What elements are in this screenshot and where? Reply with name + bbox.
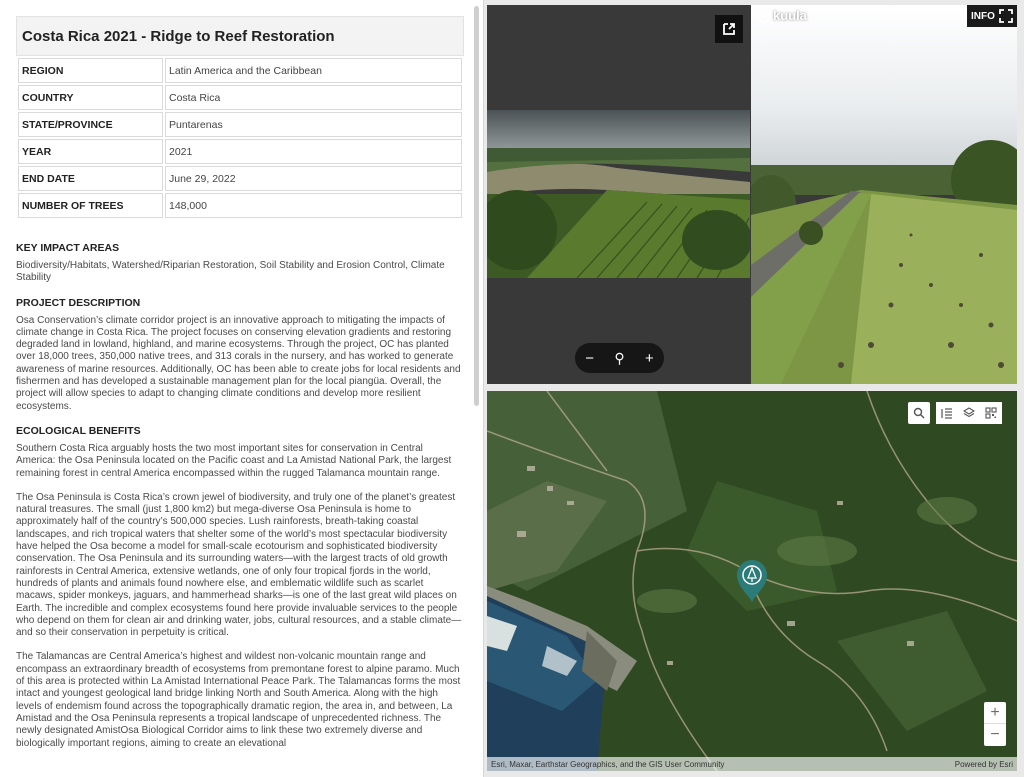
photo-viewer[interactable]: − ⚲ + kuula INFO [487,5,1017,384]
table-row: END DATE June 29, 2022 [18,166,462,191]
attribute-value: Latin America and the Caribbean [165,58,462,83]
legend-button[interactable] [936,402,958,424]
legend-list-icon [941,408,952,419]
attribute-label: STATE/PROVINCE [18,112,163,137]
project-description-heading: PROJECT DESCRIPTION [16,296,141,309]
ecological-benefits-heading: ECOLOGICAL BENEFITS [16,424,141,437]
kuula-logo: kuula [757,8,807,23]
key-impact-section: KEY IMPACT AREAS Biodiversity/Habitats, … [16,242,464,285]
attribute-value: 2021 [165,139,462,164]
project-attributes-table: REGION Latin America and the Caribbean C… [16,56,464,220]
powered-by-esri[interactable]: Powered by Esri [955,760,1013,769]
map-attribution[interactable]: Esri, Maxar, Earthstar Geographics, and … [491,760,724,769]
map-zoom-controls: + − [984,702,1006,746]
map-zoom-out-button[interactable]: − [984,724,1006,746]
map-search-button[interactable] [908,402,930,424]
map-search-wrapper [908,402,930,424]
project-info-content: Costa Rica 2021 - Ridge to Reef Restorat… [16,16,464,750]
project-description-section: PROJECT DESCRIPTION Osa Conservation’s c… [16,297,464,413]
info-button[interactable]: INFO [971,11,995,22]
kuula-logo-text: kuula [773,8,807,23]
map-zoom-in-button[interactable]: + [984,702,1006,724]
table-row: STATE/PROVINCE Puntarenas [18,112,462,137]
location-marker[interactable] [735,559,769,603]
open-external-button[interactable] [715,15,743,43]
layers-button[interactable] [958,402,980,424]
qr-code-button[interactable] [980,402,1002,424]
project-info-panel: Costa Rica 2021 - Ridge to Reef Restorat… [0,0,484,777]
attribute-label: COUNTRY [18,85,163,110]
viewer-zoom-out-button[interactable]: − [585,350,594,367]
attribute-value: 148,000 [165,193,462,218]
table-row: NUMBER OF TREES 148,000 [18,193,462,218]
layers-icon [963,407,975,418]
table-row: REGION Latin America and the Caribbean [18,58,462,83]
project-description-text: Osa Conservation’s climate corridor proj… [16,314,461,412]
map-attribution-bar: Esri, Maxar, Earthstar Geographics, and … [487,757,1017,771]
key-impact-heading: KEY IMPACT AREAS [16,242,120,254]
viewer-zoom-search-icon[interactable]: ⚲ [614,350,624,367]
open-external-icon [723,23,735,35]
attribute-label: NUMBER OF TREES [18,193,163,218]
attribute-value: Puntarenas [165,112,462,137]
qr-code-icon [985,407,997,419]
map-widget-group [936,402,1002,424]
key-impact-text: Biodiversity/Habitats, Watershed/Riparia… [16,260,445,284]
attribute-value: Costa Rica [165,85,462,110]
table-row: COUNTRY Costa Rica [18,85,462,110]
info-fullscreen-bar: INFO [967,5,1017,27]
panel-scrollbar[interactable] [474,6,479,406]
search-icon [913,407,925,419]
attribute-label: YEAR [18,139,163,164]
tree-location-pin-icon [737,560,767,602]
ecological-paragraph-1: Southern Costa Rica arguably hosts the t… [16,442,452,479]
river-aerial-photo [487,110,750,278]
satellite-map[interactable]: + − Esri, Maxar, Earthstar Geographics, … [487,391,1017,771]
attribute-value: June 29, 2022 [165,166,462,191]
fullscreen-icon[interactable] [999,9,1013,23]
app-root: Costa Rica 2021 - Ridge to Reef Restorat… [0,0,1024,777]
table-row: YEAR 2021 [18,139,462,164]
ecological-benefits-section: ECOLOGICAL BENEFITS Southern Costa Rica … [16,425,464,750]
ecological-paragraph-2: The Osa Peninsula is Costa Rica’s crown … [16,491,462,639]
attribute-label: END DATE [18,166,163,191]
viewer-zoom-controls: − ⚲ + [575,343,664,373]
viewer-zoom-in-button[interactable]: + [645,350,654,367]
kuula-logo-icon [757,9,771,22]
roadside-field-photo [751,5,1017,384]
project-title: Costa Rica 2021 - Ridge to Reef Restorat… [22,27,335,45]
attribute-label: REGION [18,58,163,83]
ecological-paragraph-3: The Talamancas are Central America’s hig… [16,651,461,749]
project-title-bar: Costa Rica 2021 - Ridge to Reef Restorat… [16,16,464,56]
